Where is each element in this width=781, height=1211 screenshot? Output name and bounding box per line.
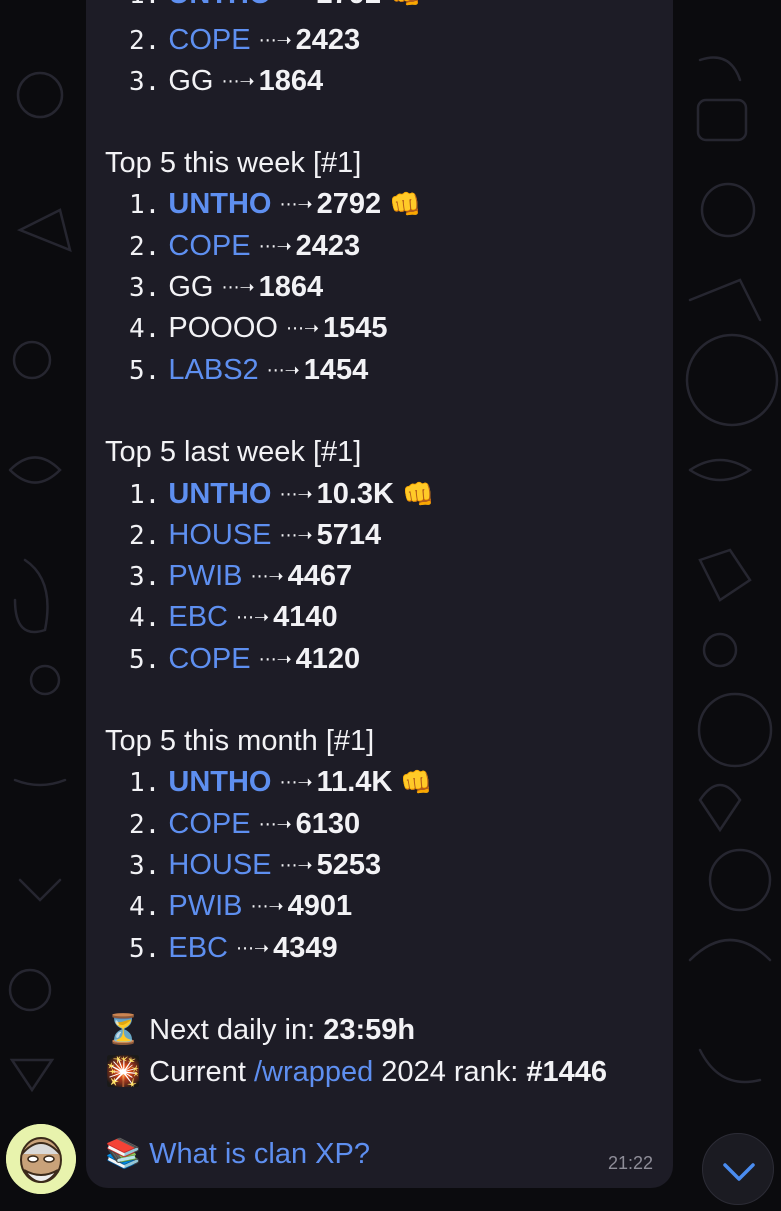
scroll-down-button[interactable]: [702, 1133, 774, 1205]
clan-link[interactable]: COPE: [168, 230, 250, 262]
clan-link[interactable]: HOUSE: [168, 519, 271, 551]
list-item: 2. COPE ⋯➝ 6130: [129, 808, 361, 840]
fist-emoji-icon: 👊: [401, 479, 435, 509]
clan-link[interactable]: LABS2: [168, 354, 258, 386]
clan-link[interactable]: COPE: [168, 24, 250, 56]
list-item: 4. POOOO ⋯➝ 1545: [129, 312, 388, 344]
message-bubble: 1. UNTHO⋯➝2792👊 2. COPE⋯➝2423 3. GG⋯➝186…: [86, 0, 673, 1188]
clan-link[interactable]: EBC: [168, 601, 228, 633]
list-item: 4. EBC ⋯➝ 4140: [129, 601, 338, 633]
books-icon: 📚: [105, 1138, 142, 1170]
section-heading-this-month: Top 5 this month [#1]: [105, 725, 375, 757]
section-heading-this-week: Top 5 this week [#1]: [105, 147, 362, 179]
clan-link[interactable]: HOUSE: [168, 849, 271, 881]
wizard-avatar-icon: [6, 1124, 76, 1194]
fist-emoji-icon: 👊: [389, 0, 421, 9]
message-timestamp: 21:22: [607, 1153, 653, 1173]
list-item: 2. COPE ⋯➝ 2423: [129, 230, 361, 262]
clan-link[interactable]: PWIB: [168, 890, 242, 922]
clan-xp-link[interactable]: What is clan XP?: [149, 1138, 370, 1170]
list-item: 5. LABS2 ⋯➝ 1454: [129, 354, 369, 386]
list-item: 3. GG ⋯➝ 1864: [129, 271, 324, 303]
list-item: 5. COPE ⋯➝ 4120: [129, 643, 361, 675]
clan-link[interactable]: UNTHO: [168, 0, 271, 10]
clan-xp-line: 📚 What is clan XP?: [105, 1134, 370, 1175]
clan-link[interactable]: UNTHO: [168, 478, 271, 510]
list-item: 1. UNTHO⋯➝2792👊: [129, 188, 422, 220]
clan-link[interactable]: COPE: [168, 643, 250, 675]
list-item: 5. EBC ⋯➝ 4349: [129, 932, 338, 964]
list-item: 2. HOUSE ⋯➝ 5714: [129, 519, 382, 551]
wrapped-rank-line: 🎇 Current /wrapped 2024 rank: #1446: [105, 1056, 608, 1088]
clan-link[interactable]: UNTHO: [168, 188, 271, 220]
clan-link[interactable]: PWIB: [168, 560, 242, 592]
clan-link[interactable]: EBC: [168, 932, 228, 964]
section-heading-last-week: Top 5 last week [#1]: [105, 436, 362, 468]
hourglass-icon: ⏳: [105, 1014, 142, 1046]
wrapped-command-link[interactable]: /wrapped: [254, 1056, 373, 1088]
list-item: 2. COPE ⋯➝ 2423: [129, 24, 361, 56]
fist-emoji-icon: 👊: [400, 767, 433, 797]
fist-emoji-icon: 👊: [389, 189, 422, 219]
clan-link[interactable]: UNTHO: [168, 766, 271, 798]
list-item: 3. HOUSE ⋯➝ 5253: [129, 849, 382, 881]
next-daily-line: ⏳ Next daily in: 23:59h: [105, 1014, 416, 1046]
list-item: 3. PWIB ⋯➝ 4467: [129, 560, 353, 592]
list-item: 3. GG ⋯➝ 1864: [129, 65, 324, 97]
clan-link[interactable]: COPE: [168, 808, 250, 840]
list-item: 1. UNTHO ⋯➝ 11.4K 👊: [129, 766, 433, 798]
list-item: 4. PWIB ⋯➝ 4901: [129, 890, 353, 922]
list-item: 1. UNTHO ⋯➝ 10.3K 👊: [129, 478, 435, 510]
list-item: 1. UNTHO⋯➝2792👊: [129, 0, 421, 15]
sender-avatar[interactable]: [6, 1124, 76, 1194]
fireworks-icon: 🎇: [105, 1056, 142, 1088]
chevron-down-icon: [723, 1163, 755, 1181]
